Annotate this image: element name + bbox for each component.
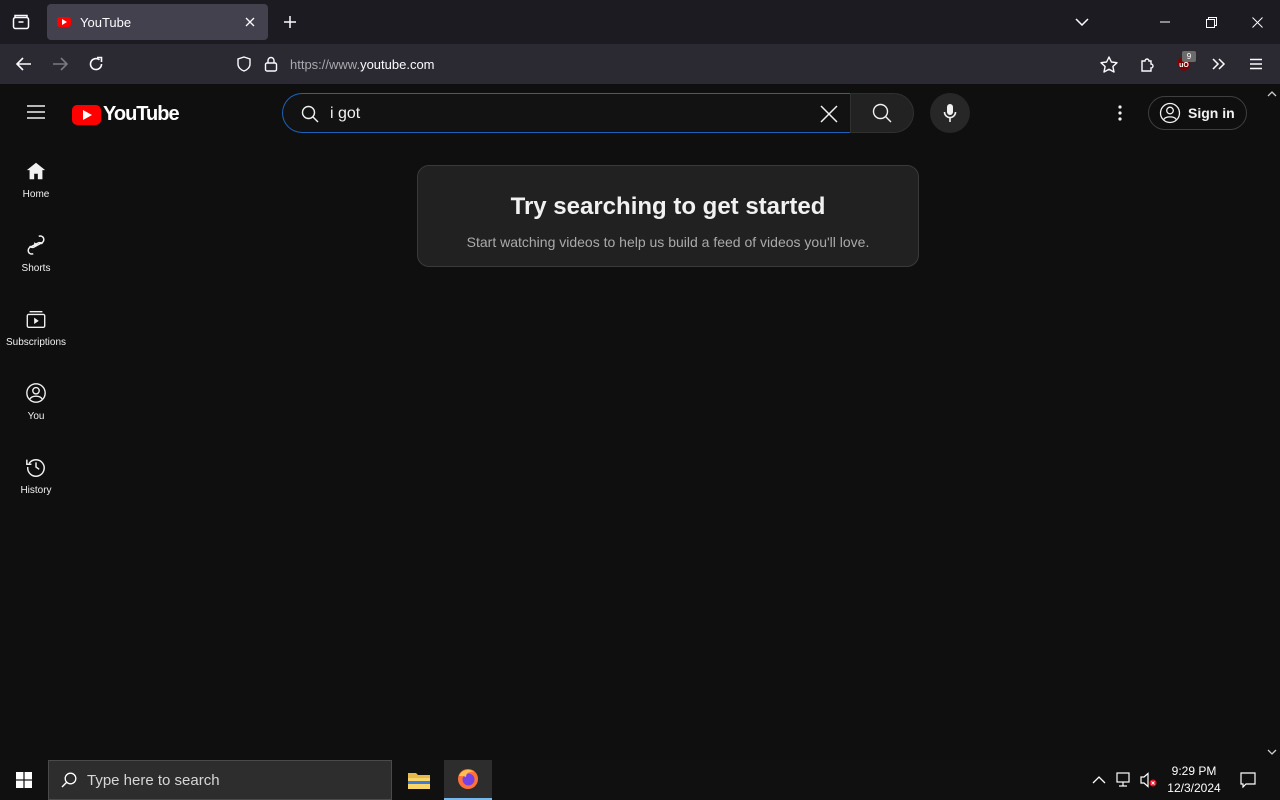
- sidebar-item-label: Shorts: [21, 263, 51, 274]
- url-prefix: https://www.: [290, 57, 361, 72]
- taskbar-search-placeholder: Type here to search: [87, 771, 220, 789]
- guide-menu-icon[interactable]: [22, 100, 50, 124]
- microphone-icon: [943, 104, 957, 122]
- search-button[interactable]: [850, 93, 914, 133]
- volume-muted-icon: [1140, 772, 1157, 788]
- shorts-icon: [27, 235, 45, 255]
- sign-in-label: Sign in: [1188, 105, 1235, 121]
- account-circle-icon: [1159, 102, 1181, 124]
- clear-search-icon[interactable]: [815, 100, 843, 128]
- voice-search-button[interactable]: [930, 93, 970, 133]
- windows-start-icon[interactable]: [0, 760, 48, 800]
- browser-tab-strip: YouTube: [0, 0, 1280, 44]
- tab-title: YouTube: [80, 14, 132, 30]
- lock-icon[interactable]: [264, 56, 278, 72]
- sign-in-button[interactable]: Sign in: [1148, 96, 1247, 130]
- network-icon: [1116, 772, 1130, 787]
- settings-more-icon[interactable]: [1106, 99, 1134, 127]
- youtube-favicon-icon: [57, 17, 71, 27]
- youtube-play-icon: [72, 104, 101, 125]
- youtube-logo[interactable]: YouTube: [72, 103, 180, 126]
- clock-time: 9:29 PM: [1171, 764, 1217, 778]
- svg-text:uO: uO: [1179, 62, 1189, 69]
- youtube-page: YouTube Sign in Home Shorts Subscri: [0, 84, 1264, 760]
- restore-icon[interactable]: [1195, 6, 1227, 38]
- reload-icon[interactable]: [82, 50, 110, 78]
- page-scrollbar[interactable]: [1264, 84, 1280, 760]
- search-input[interactable]: [330, 103, 800, 125]
- chevron-up-icon: [1092, 776, 1106, 784]
- browser-nav-bar: https://www.youtube.com uO 9: [0, 44, 1280, 84]
- tracking-protection-shield-icon[interactable]: [236, 56, 252, 72]
- search-icon: [301, 105, 319, 123]
- tab-overview-icon[interactable]: [0, 0, 42, 44]
- browser-tab-youtube[interactable]: YouTube: [47, 4, 268, 40]
- sidebar-item-shorts[interactable]: Shorts: [0, 222, 72, 286]
- forward-arrow-icon[interactable]: [46, 50, 74, 78]
- extension-badge: 9: [1182, 51, 1196, 62]
- search-icon: [872, 103, 892, 123]
- new-tab-icon[interactable]: [278, 10, 302, 34]
- scroll-down-icon: [1267, 749, 1277, 755]
- you-icon: [26, 383, 46, 403]
- windows-taskbar: Type here to search 9:29 PM 12/3/2024: [0, 760, 1280, 800]
- sidebar-item-label: Subscriptions: [5, 337, 67, 348]
- clock-date: 12/3/2024: [1167, 781, 1221, 795]
- app-menu-icon[interactable]: [1242, 50, 1270, 78]
- feed-nudge-card: Try searching to get started Start watch…: [417, 165, 919, 267]
- sidebar-item-you[interactable]: You: [0, 370, 72, 434]
- minimize-icon[interactable]: [1149, 6, 1181, 38]
- system-tray: [1092, 760, 1158, 800]
- feed-nudge-title: Try searching to get started: [510, 193, 826, 220]
- taskbar-search-box[interactable]: Type here to search: [48, 760, 392, 800]
- taskbar-clock[interactable]: 9:29 PM 12/3/2024: [1164, 763, 1224, 797]
- home-icon: [26, 162, 46, 180]
- file-explorer-icon[interactable]: [395, 760, 443, 800]
- sidebar-item-home[interactable]: Home: [0, 148, 72, 212]
- tab-close-icon[interactable]: [242, 14, 258, 30]
- extensions-puzzle-icon[interactable]: [1134, 50, 1162, 78]
- sidebar-item-label: History: [20, 485, 52, 496]
- sidebar-item-subscriptions[interactable]: Subscriptions: [0, 296, 72, 360]
- back-arrow-icon[interactable]: [10, 50, 38, 78]
- history-icon: [26, 459, 45, 477]
- overflow-chevrons-icon[interactable]: [1205, 50, 1233, 78]
- subscriptions-icon: [26, 310, 46, 328]
- url-text: https://www.youtube.com: [290, 57, 435, 72]
- search-box[interactable]: [282, 93, 850, 133]
- action-center-icon[interactable]: [1232, 760, 1264, 800]
- search-icon: [61, 772, 77, 788]
- youtube-logo-text: YouTube: [103, 103, 180, 125]
- scroll-up-icon: [1267, 91, 1277, 97]
- window-close-icon[interactable]: [1241, 6, 1273, 38]
- bookmark-star-icon[interactable]: [1095, 50, 1123, 78]
- address-bar[interactable]: https://www.youtube.com: [228, 48, 1128, 80]
- feed-nudge-subtitle: Start watching videos to help us build a…: [466, 234, 870, 250]
- chevron-down-icon[interactable]: [1070, 10, 1094, 34]
- sidebar-item-label: Home: [22, 189, 50, 200]
- sidebar-item-history[interactable]: History: [0, 444, 72, 508]
- firefox-taskbar-icon[interactable]: [444, 760, 492, 800]
- sidebar-item-label: You: [27, 411, 45, 422]
- url-host: youtube.com: [360, 57, 435, 72]
